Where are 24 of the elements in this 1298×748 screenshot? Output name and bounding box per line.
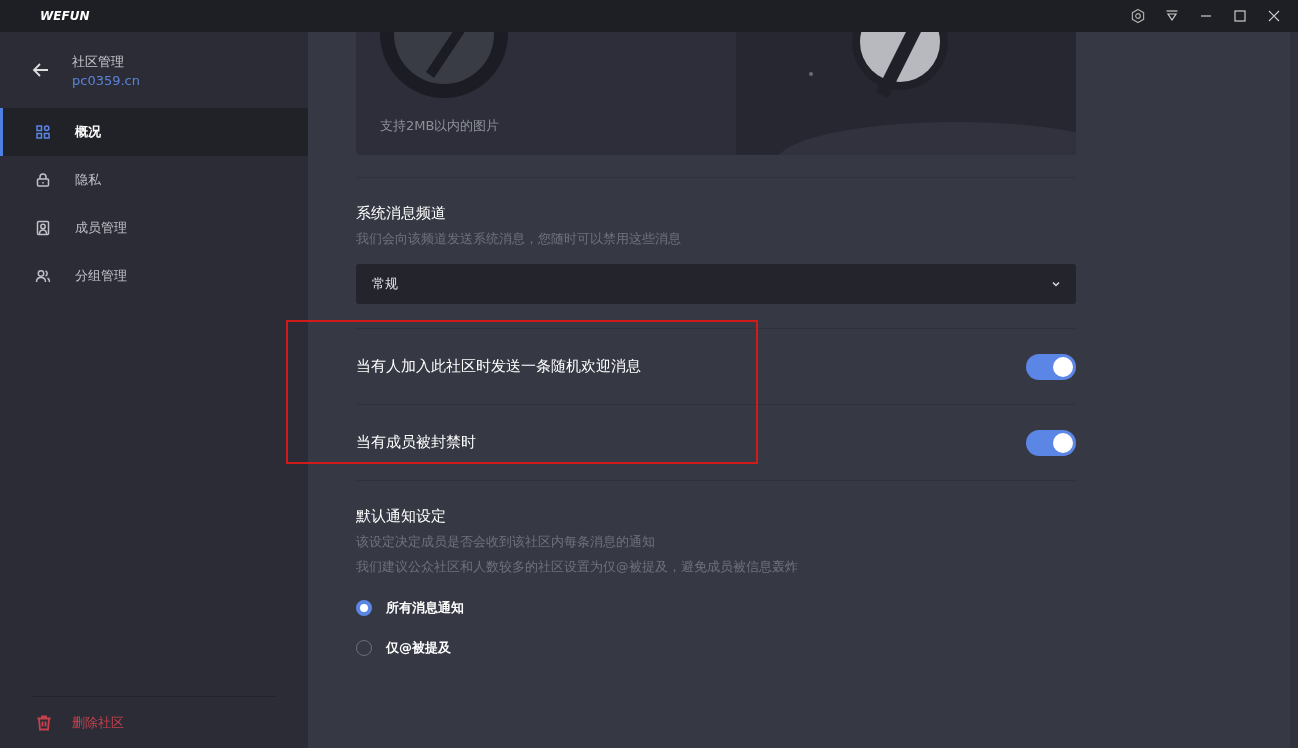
sidebar-item[interactable]: 概况 (0, 108, 308, 156)
person-card-icon (35, 220, 51, 236)
image-size-hint: 支持2MB以内的图片 (380, 117, 500, 135)
toggle-switch[interactable] (1026, 429, 1076, 456)
section-title: 系统消息频道 (356, 204, 447, 223)
lock-icon (35, 172, 51, 188)
radio-button[interactable] (356, 600, 372, 616)
app-name: WEFUN (40, 9, 91, 23)
channel-select[interactable]: 常规 (356, 264, 1076, 304)
radio-label[interactable]: 所有消息通知 (386, 599, 464, 617)
grid-icon (35, 124, 51, 140)
toggle-switch[interactable] (1026, 353, 1076, 380)
trash-icon[interactable] (36, 714, 52, 731)
section-title: 默认通知设定 (356, 507, 447, 526)
radio-label[interactable]: 仅@被提及 (386, 639, 451, 657)
scrollbar[interactable] (1290, 32, 1298, 748)
sidebar-title: 社区管理 (72, 52, 125, 71)
toggle-label: 当有人加入此社区时发送一条随机欢迎消息 (356, 357, 641, 376)
sidebar-item[interactable]: 隐私 (0, 156, 308, 204)
community-name: pc0359.cn (72, 72, 140, 88)
toggle-label: 当有成员被封禁时 (356, 433, 476, 452)
sidebar-item[interactable]: 成员管理 (0, 204, 308, 252)
people-icon (35, 268, 51, 284)
sidebar-item[interactable]: 分组管理 (0, 252, 308, 300)
